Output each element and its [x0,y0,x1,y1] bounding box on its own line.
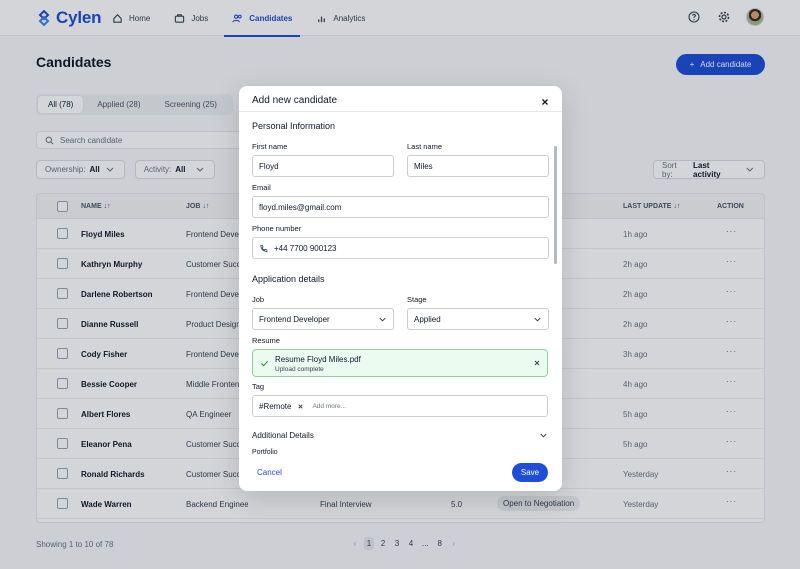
chevron-down-icon [540,433,547,438]
save-button[interactable]: Save [512,463,548,482]
first-name-field[interactable]: Floyd [252,155,394,177]
check-icon [260,360,269,367]
chevron-down-icon [534,317,541,322]
cancel-button[interactable]: Cancel [257,468,282,477]
last-name-label: Last name [407,142,443,151]
personal-info-heading: Personal Information [252,121,336,131]
tag-placeholder: Add more... [312,402,347,410]
modal-title: Add new candidate [252,95,338,106]
last-name-value: Miles [414,161,433,171]
first-name-label: First name [252,142,288,151]
stage-select[interactable]: Applied [407,308,549,330]
resume-filename: Resume Floyd Miles.pdf [275,355,361,364]
modal-body: Personal Information First name Floyd La… [239,112,562,456]
stage-label: Stage [407,295,427,304]
job-label: Job [252,295,265,304]
portfolio-label: Portfolio [252,449,278,456]
phone-value: +44 7700 900123 [274,243,337,253]
job-value: Frontend Developer [259,314,330,324]
email-value: floyd.miles@gmail.com [259,202,342,212]
modal-footer: Cancel Save [239,456,562,491]
phone-label: Phone number [252,224,302,233]
job-select[interactable]: Frontend Developer [252,308,394,330]
chevron-down-icon [379,317,386,322]
stage-value: Applied [414,314,441,324]
first-name-value: Floyd [259,161,279,171]
resume-label: Resume [252,336,280,345]
last-name-field[interactable]: Miles [407,155,549,177]
tag-chip: #Remote [259,402,304,411]
close-icon[interactable] [540,94,550,105]
phone-icon [260,244,268,252]
tag-chip-label: #Remote [259,401,292,411]
add-candidate-modal: Add new candidate Personal Information F… [239,86,562,491]
additional-details-toggle[interactable]: Additional Details [252,431,548,440]
phone-field[interactable]: +44 7700 900123 [252,237,549,259]
modal-scrollbar[interactable] [554,146,557,264]
remove-tag-icon[interactable] [297,403,304,410]
resume-upload: Resume Floyd Miles.pdf Upload complete [252,349,548,377]
tag-label: Tag [252,382,265,391]
email-label: Email [252,183,271,192]
application-details-heading: Application details [252,274,325,284]
resume-status: Upload complete [275,366,324,373]
remove-file-icon[interactable] [533,359,541,367]
email-field[interactable]: floyd.miles@gmail.com [252,196,549,218]
additional-details-label: Additional Details [252,431,314,440]
modal-header: Add new candidate [239,86,562,112]
tag-input[interactable]: #Remote Add more... [252,395,548,417]
